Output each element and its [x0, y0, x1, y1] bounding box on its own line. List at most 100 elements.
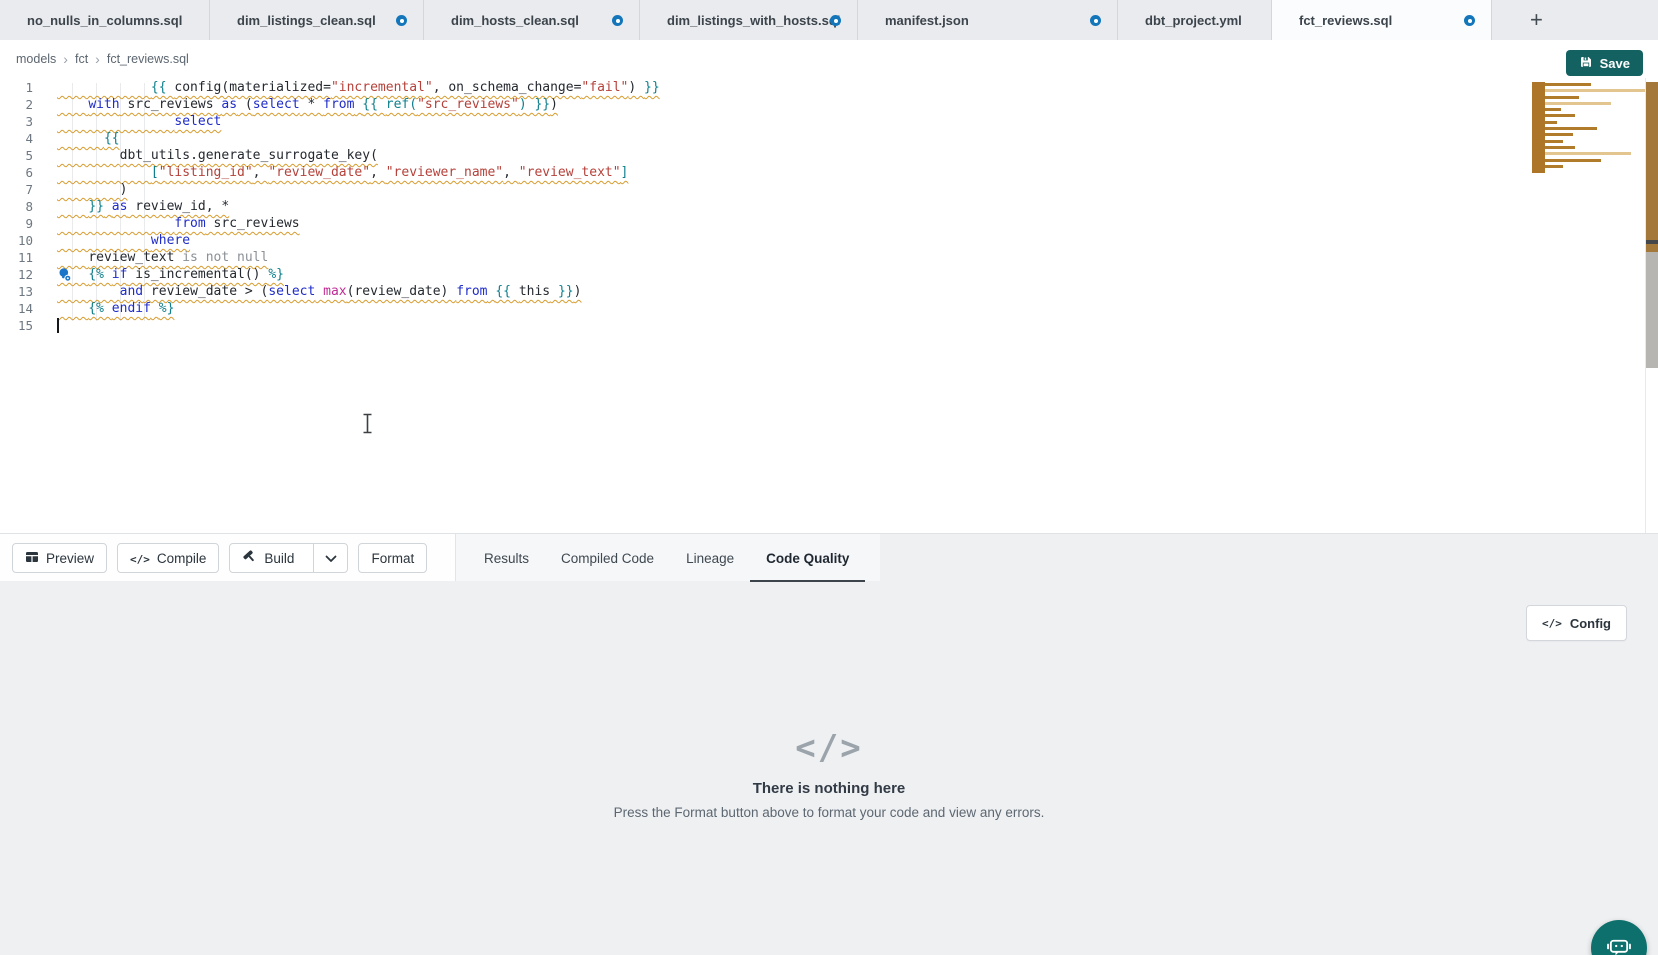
code-line-row: 13 and review_date > (select max(review_… [0, 283, 660, 300]
build-button-main[interactable]: Build [230, 544, 306, 572]
line-number: 12 [0, 266, 33, 283]
code-line[interactable]: {% endif %} [57, 300, 174, 317]
code-line[interactable]: {{ [57, 130, 120, 147]
file-tab-label: dbt_project.yml [1145, 13, 1242, 28]
code-lines: 1 {{ config(materialized="incremental", … [0, 79, 660, 334]
new-tab-button[interactable]: + [1530, 1, 1543, 39]
panel-tab-code-quality[interactable]: Code Quality [750, 534, 865, 582]
modified-dot-icon [1464, 15, 1475, 26]
chevron-right-icon: › [95, 51, 100, 67]
panel-tab-bar: Results Compiled Code Lineage Code Quality [468, 534, 865, 582]
code-line[interactable]: {{ config(materialized="incremental", on… [57, 79, 660, 96]
panel-tab-compiled-code[interactable]: Compiled Code [545, 534, 670, 582]
file-tab[interactable]: dim_hosts_clean.sql [424, 0, 640, 40]
warning-squiggle: with src_reviews as (select * from {{ re… [57, 97, 558, 112]
minimap-line-mark [1545, 133, 1573, 136]
minimap-line-mark [1545, 108, 1561, 111]
code-line[interactable]: {% if is_incremental() %} [57, 266, 284, 283]
code-editor[interactable]: 1 {{ config(materialized="incremental", … [0, 78, 1658, 533]
code-line-row: 14 {% endif %} [0, 300, 660, 317]
file-tab[interactable]: fct_reviews.sql [1272, 0, 1492, 40]
bottom-toolbar: Preview </>Compile Build Format Results Comp… [0, 533, 1658, 581]
build-dropdown-button[interactable] [313, 544, 347, 572]
floppy-icon [1579, 55, 1593, 72]
file-tab[interactable]: dim_listings_with_hosts.sql [640, 0, 858, 40]
minimap-line-mark [1545, 146, 1575, 149]
minimap[interactable] [1532, 82, 1645, 173]
file-tab[interactable]: manifest.json [858, 0, 1118, 40]
toolbar-buttons: Preview </>Compile Build Format [12, 543, 427, 573]
file-tab-label: no_nulls_in_columns.sql [27, 13, 182, 28]
build-button-label: Build [264, 551, 294, 566]
line-number: 7 [0, 181, 33, 198]
format-button[interactable]: Format [358, 543, 427, 573]
chevron-down-icon [325, 551, 337, 566]
code-line-row: 1 {{ config(materialized="incremental", … [0, 79, 660, 96]
code-line-row: 2 with src_reviews as (select * from {{ … [0, 96, 660, 113]
compile-button[interactable]: </>Compile [117, 543, 219, 573]
code-line[interactable]: }} as review_id, * [57, 198, 229, 215]
minimap-line-mark [1545, 165, 1563, 168]
code-line[interactable]: dbt_utils.generate_surrogate_key( [57, 147, 378, 164]
file-tab-label: dim_listings_with_hosts.sql [667, 13, 840, 28]
code-line[interactable]: select [57, 113, 221, 130]
code-line[interactable]: from src_reviews [57, 215, 300, 232]
warning-squiggle: {% endif %} [57, 301, 174, 316]
panel-tab-lineage[interactable]: Lineage [670, 534, 750, 582]
code-line[interactable]: where [57, 232, 190, 249]
breadcrumb-bar: models›fct›fct_reviews.sql [0, 40, 1658, 78]
scrollbar[interactable] [1646, 82, 1658, 368]
line-number: 6 [0, 164, 33, 181]
code-line-row: 3 select [0, 113, 660, 130]
file-tab-label: fct_reviews.sql [1299, 13, 1392, 28]
warning-squiggle: }} as review_id, * [57, 199, 229, 214]
minimap-line-mark [1545, 121, 1557, 124]
compile-button-label: Compile [157, 551, 207, 566]
warning-squiggle: dbt_utils.generate_surrogate_key( [57, 148, 378, 163]
config-button[interactable]: </> Config [1526, 605, 1627, 641]
save-button-label: Save [1600, 56, 1630, 71]
minimap-line-mark [1545, 127, 1597, 130]
code-line-row: 15 [0, 317, 660, 334]
preview-button[interactable]: Preview [12, 543, 107, 573]
scrollbar-cursor-mark [1646, 240, 1658, 244]
code-line-row: 11 review_text is not null [0, 249, 660, 266]
minimap-warning-strip [1532, 82, 1545, 173]
dbt-cloud-ide: no_nulls_in_columns.sql dim_listings_clea… [0, 0, 1658, 955]
code-line[interactable]: ["listing_id", "review_date", "reviewer_… [57, 164, 628, 181]
panel-tab-label: Results [484, 551, 529, 566]
line-number: 13 [0, 283, 33, 300]
breadcrumb-item[interactable]: models [16, 52, 56, 66]
lightbulb-icon[interactable] [57, 267, 73, 288]
file-tab[interactable]: no_nulls_in_columns.sql [0, 0, 210, 40]
save-button[interactable]: Save [1566, 50, 1643, 76]
code-line-row: 8 }} as review_id, * [0, 198, 660, 215]
breadcrumb-item[interactable]: fct_reviews.sql [107, 52, 189, 66]
active-tab-underline [750, 580, 865, 583]
panel-tab-results[interactable]: Results [468, 534, 545, 582]
minimap-line-mark [1545, 114, 1575, 117]
line-number: 4 [0, 130, 33, 147]
code-line-row: 6 ["listing_id", "review_date", "reviewe… [0, 164, 660, 181]
panel-tab-label: Lineage [686, 551, 734, 566]
code-line[interactable]: review_text is not null [57, 249, 268, 266]
modified-dot-icon [396, 15, 407, 26]
minimap-line-mark [1545, 96, 1579, 99]
code-line[interactable]: ) [57, 181, 127, 198]
preview-button-label: Preview [46, 551, 94, 566]
code-line[interactable]: and review_date > (select max(review_dat… [57, 283, 581, 300]
code-line[interactable]: with src_reviews as (select * from {{ re… [57, 96, 558, 113]
breadcrumb-item[interactable]: fct [75, 52, 88, 66]
line-number: 2 [0, 96, 33, 113]
line-number: 14 [0, 300, 33, 317]
empty-state: </> There is nothing here Press the Form… [0, 728, 1658, 820]
assistant-chat-button[interactable] [1591, 920, 1647, 955]
toolbar-divider [455, 534, 456, 582]
table-icon [25, 550, 39, 567]
modified-dot-icon [612, 15, 623, 26]
code-line-row: 4 {{ [0, 130, 660, 147]
file-tab[interactable]: dbt_project.yml [1118, 0, 1272, 40]
minimap-line-mark [1545, 83, 1591, 86]
file-tab-label: dim_listings_clean.sql [237, 13, 376, 28]
file-tab[interactable]: dim_listings_clean.sql [210, 0, 424, 40]
